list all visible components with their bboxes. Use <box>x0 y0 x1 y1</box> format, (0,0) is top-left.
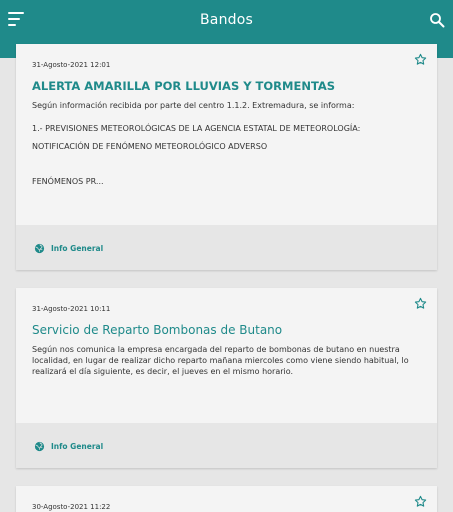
card-footer: Info General <box>16 225 437 270</box>
menu-icon[interactable] <box>8 12 24 26</box>
body-paragraph: FENÓMENOS PR... <box>32 177 104 186</box>
category-label: Info General <box>51 441 104 451</box>
card-body: Según nos comunica la empresa encargada … <box>32 344 423 377</box>
star-icon[interactable] <box>414 495 427 508</box>
search-icon[interactable] <box>429 12 445 28</box>
card-date: 30-Agosto-2021 11:22 <box>32 503 111 511</box>
globe-icon <box>34 441 45 451</box>
app-bar: Bandos <box>0 0 453 40</box>
globe-icon <box>34 243 45 253</box>
bando-card[interactable]: 31-Agosto-2021 12:01 ALERTA AMARILLA POR… <box>16 44 437 270</box>
card-body: Según información recibida por parte del… <box>32 100 423 187</box>
category-tag[interactable]: Info General <box>34 441 103 452</box>
body-paragraph: Según información recibida por parte del… <box>32 101 355 110</box>
card-date: 31-Agosto-2021 10:11 <box>32 305 111 313</box>
page-title: Bandos <box>199 12 253 28</box>
card-footer: Info General <box>16 423 437 468</box>
body-paragraph: 1.- PREVISIONES METEOROLÓGICAS DE LA AGE… <box>32 124 361 133</box>
category-label: Info General <box>51 243 104 253</box>
card-date: 31-Agosto-2021 12:01 <box>32 61 111 69</box>
star-icon[interactable] <box>414 53 427 66</box>
body-paragraph: Según nos comunica la empresa encargada … <box>32 345 409 376</box>
bando-card[interactable]: 30-Agosto-2021 11:22 <box>16 486 437 512</box>
star-icon[interactable] <box>414 297 427 310</box>
card-title: Servicio de Reparto Bombonas de Butano <box>32 323 283 337</box>
body-paragraph: NOTIFICACIÓN DE FENÓMENO METEOROLÓGICO A… <box>32 142 268 151</box>
card-title: ALERTA AMARILLA POR LLUVIAS Y TORMENTAS <box>32 79 336 93</box>
category-tag[interactable]: Info General <box>34 243 103 254</box>
bando-card[interactable]: 31-Agosto-2021 10:11 Servicio de Reparto… <box>16 288 437 468</box>
